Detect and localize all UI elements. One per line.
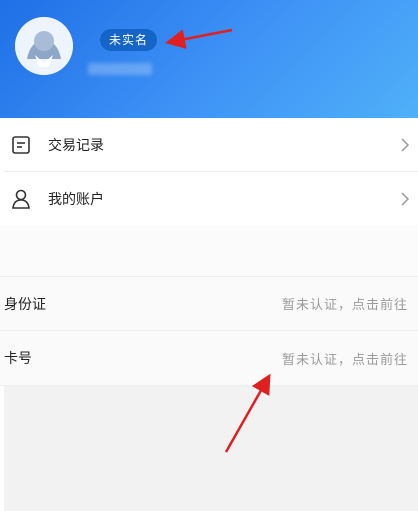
menu-item-transactions[interactable]: 交易记录: [4, 118, 418, 172]
chevron-right-icon: [401, 137, 410, 152]
verification-status-badge[interactable]: 未实名: [100, 29, 158, 51]
menu-item-label: 交易记录: [48, 137, 104, 154]
chevron-right-icon: [401, 192, 410, 206]
menu-item-label: 我的账户: [48, 192, 104, 208]
card-number-row[interactable]: 卡号 暂未认证，点击前往: [0, 331, 418, 386]
document-list-icon: [12, 135, 30, 154]
default-avatar-icon: [15, 17, 73, 75]
id-card-label: 身份证: [4, 296, 46, 313]
card-number-label: 卡号: [4, 351, 32, 367]
masked-username: [88, 63, 152, 75]
card-number-status[interactable]: 暂未认证，点击前往: [282, 349, 408, 368]
menu-item-my-account[interactable]: 我的账户: [4, 172, 418, 226]
section-gap: [0, 226, 418, 276]
profile-header: 未实名: [0, 0, 418, 118]
id-card-status[interactable]: 暂未认证，点击前往: [282, 294, 408, 313]
menu-card: 交易记录 我的账户: [4, 118, 418, 226]
empty-area: [4, 386, 418, 511]
user-outline-icon: [12, 189, 30, 209]
id-card-row[interactable]: 身份证 暂未认证，点击前往: [0, 276, 418, 331]
avatar[interactable]: [15, 17, 73, 75]
